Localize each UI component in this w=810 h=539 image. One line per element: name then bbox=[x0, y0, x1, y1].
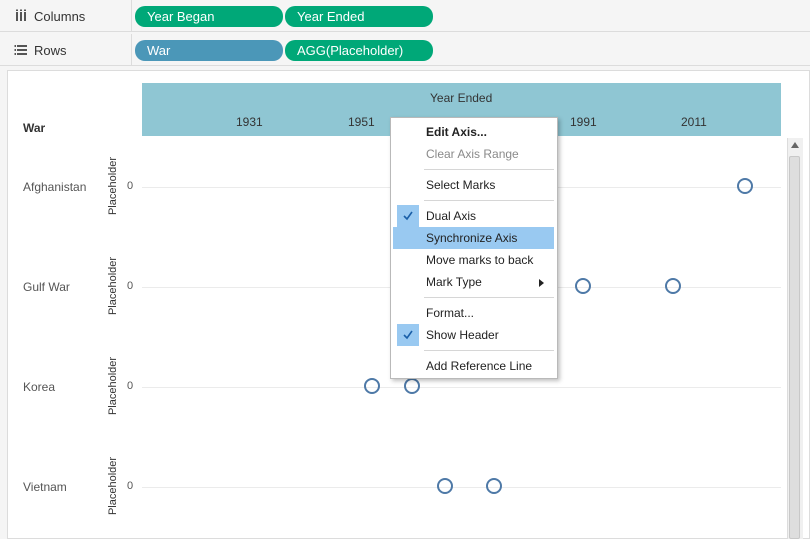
axis-zero-label: 0 bbox=[127, 180, 134, 192]
menu-item-clear-axis-range: Clear Axis Range bbox=[426, 147, 519, 161]
menu-item-mark-type[interactable]: Mark Type bbox=[393, 271, 554, 293]
gridline bbox=[142, 387, 781, 388]
menu-item-label: Mark Type bbox=[426, 275, 482, 289]
checkmark-icon bbox=[397, 205, 419, 227]
row-label-korea[interactable]: Korea bbox=[23, 380, 55, 394]
data-mark[interactable] bbox=[437, 478, 453, 494]
menu-item-edit-axis[interactable]: Edit Axis... bbox=[393, 121, 554, 143]
pill-war[interactable]: War bbox=[135, 40, 283, 61]
gridline bbox=[142, 487, 781, 488]
row-label-vietnam[interactable]: Vietnam bbox=[23, 480, 67, 494]
pill-year-ended[interactable]: Year Ended bbox=[285, 6, 433, 27]
menu-item-label: Show Header bbox=[426, 328, 499, 342]
menu-separator bbox=[424, 200, 554, 201]
data-mark[interactable] bbox=[665, 278, 681, 294]
submenu-arrow-icon bbox=[539, 279, 544, 287]
data-mark[interactable] bbox=[364, 378, 380, 394]
menu-separator bbox=[424, 297, 554, 298]
columns-icon bbox=[14, 9, 28, 23]
axis-zero-label: 0 bbox=[127, 280, 134, 292]
axis-title[interactable]: Placeholder bbox=[107, 346, 119, 426]
menu-item-select-marks[interactable]: Select Marks bbox=[393, 174, 554, 196]
data-mark[interactable] bbox=[404, 378, 420, 394]
rows-icon bbox=[14, 43, 28, 57]
header-title: Year Ended bbox=[430, 91, 493, 105]
columns-shelf-label: Columns bbox=[0, 0, 132, 32]
rows-shelf: Rows War AGG(Placeholder) bbox=[0, 34, 810, 66]
rows-label: Rows bbox=[34, 42, 67, 58]
row-label-afghanistan[interactable]: Afghanistan bbox=[23, 180, 86, 194]
tick-label: 1951 bbox=[348, 115, 375, 129]
row-dimension-header[interactable]: War bbox=[23, 121, 45, 135]
columns-label: Columns bbox=[34, 8, 86, 24]
data-mark[interactable] bbox=[575, 278, 591, 294]
pill-agg-placeholder[interactable]: AGG(Placeholder) bbox=[285, 40, 433, 61]
menu-item-show-header[interactable]: Show Header bbox=[393, 324, 554, 346]
axis-title[interactable]: Placeholder bbox=[107, 246, 119, 326]
scroll-up-arrow-icon[interactable] bbox=[791, 142, 799, 148]
tick-label: 2011 bbox=[681, 115, 707, 129]
axis-zero-label: 0 bbox=[127, 380, 134, 392]
scroll-thumb[interactable] bbox=[789, 156, 800, 539]
menu-item-dual-axis[interactable]: Dual Axis bbox=[393, 205, 554, 227]
axis-title[interactable]: Placeholder bbox=[107, 146, 119, 226]
menu-item-move-marks-to-back[interactable]: Move marks to back bbox=[393, 249, 554, 271]
menu-separator bbox=[424, 169, 554, 170]
data-mark[interactable] bbox=[737, 178, 753, 194]
menu-item-add-reference-line[interactable]: Add Reference Line bbox=[393, 355, 554, 377]
menu-separator bbox=[424, 350, 554, 351]
menu-item-label: Dual Axis bbox=[426, 209, 477, 223]
checkmark-icon bbox=[397, 324, 419, 346]
tick-label: 1991 bbox=[570, 115, 597, 129]
tick-label: 1931 bbox=[236, 115, 263, 129]
row-label-gulf-war[interactable]: Gulf War bbox=[23, 280, 70, 294]
columns-shelf: Columns Year Began Year Ended bbox=[0, 0, 810, 32]
axis-title[interactable]: Placeholder bbox=[107, 446, 119, 526]
data-mark[interactable] bbox=[486, 478, 502, 494]
pill-year-began[interactable]: Year Began bbox=[135, 6, 283, 27]
context-menu: Edit Axis... Clear Axis Range Select Mar… bbox=[390, 117, 558, 379]
menu-item-format[interactable]: Format... bbox=[393, 302, 554, 324]
menu-item-synchronize-axis[interactable]: Synchronize Axis bbox=[393, 227, 554, 249]
axis-zero-label: 0 bbox=[127, 480, 134, 492]
rows-shelf-label: Rows bbox=[0, 34, 132, 66]
